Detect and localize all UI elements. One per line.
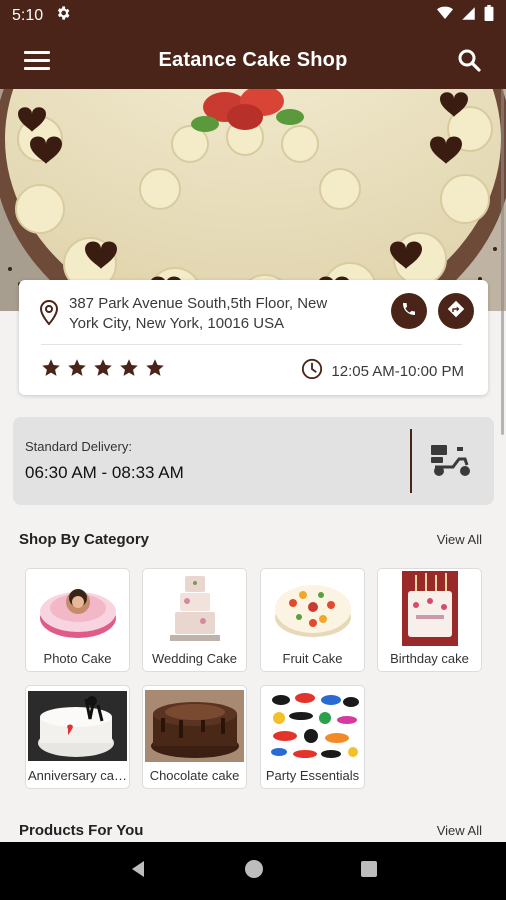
category-image (380, 571, 479, 646)
delivery-divider (410, 429, 412, 493)
store-banner-image (0, 89, 506, 311)
directions-icon (447, 300, 465, 323)
phone-icon (401, 301, 417, 322)
status-time: 5:10 (12, 6, 44, 24)
products-section-header: Products For You View All (19, 822, 482, 839)
call-button[interactable] (391, 293, 427, 329)
clock-icon (301, 358, 323, 384)
products-view-all-link[interactable]: View All (437, 823, 482, 838)
store-hours: 12:05 AM-10:00 PM (301, 358, 464, 384)
category-section-header: Shop By Category View All (19, 531, 482, 548)
battery-icon (484, 5, 494, 26)
signal-icon (461, 6, 476, 26)
category-image (28, 688, 127, 763)
star-icon (120, 359, 138, 376)
star-icon (94, 359, 112, 376)
category-image (145, 688, 244, 763)
directions-button[interactable] (438, 293, 474, 329)
category-name: Chocolate cake (149, 768, 240, 783)
store-hours-text: 12:05 AM-10:00 PM (331, 362, 464, 380)
category-name: Party Essentials (265, 768, 360, 783)
category-image (28, 571, 127, 646)
delivery-window: 06:30 AM - 08:33 AM (25, 463, 184, 482)
home-icon[interactable] (244, 859, 264, 884)
category-image (145, 571, 244, 646)
app-title: Eatance Cake Shop (158, 48, 348, 71)
wifi-icon (437, 5, 453, 26)
menu-icon[interactable] (22, 45, 52, 75)
store-address: 387 Park Avenue South,5th Floor, New Yor… (69, 295, 328, 332)
category-card-party-essentials[interactable]: Party Essentials (260, 685, 365, 789)
delivery-scooter-icon (429, 443, 473, 484)
category-image (263, 571, 362, 646)
scrollbar[interactable] (501, 89, 504, 435)
products-section-title: Products For You (19, 822, 144, 839)
category-card-chocolate-cake[interactable]: Chocolate cake (142, 685, 247, 789)
star-icon (42, 359, 60, 376)
card-divider (41, 344, 462, 345)
app-bar: Eatance Cake Shop (0, 31, 506, 89)
store-info-card: 387 Park Avenue South,5th Floor, New Yor… (19, 280, 488, 395)
delivery-label: Standard Delivery: (25, 439, 132, 454)
category-view-all-link[interactable]: View All (437, 532, 482, 547)
back-icon[interactable] (128, 859, 148, 884)
star-icon (68, 359, 86, 376)
store-rating (41, 358, 165, 378)
status-bar: 5:10 (0, 0, 506, 31)
category-card-wedding-cake[interactable]: Wedding Cake (142, 568, 247, 672)
category-card-fruit-cake[interactable]: Fruit Cake (260, 568, 365, 672)
location-pin-icon (39, 299, 59, 331)
category-card-photo-cake[interactable]: Photo Cake (25, 568, 130, 672)
recents-icon[interactable] (360, 860, 378, 883)
category-name: Fruit Cake (282, 651, 343, 666)
star-icon (146, 359, 164, 376)
category-name: Birthday cake (390, 651, 469, 666)
system-navigation-bar (0, 842, 506, 900)
settings-icon (55, 5, 71, 26)
category-card-birthday-cake[interactable]: Birthday cake (377, 568, 482, 672)
category-name: Photo Cake (43, 651, 112, 666)
category-name: Anniversary cake (28, 768, 127, 783)
search-icon[interactable] (454, 45, 484, 75)
category-image (263, 688, 362, 763)
category-section-title: Shop By Category (19, 531, 150, 548)
delivery-info-panel: Standard Delivery: 06:30 AM - 08:33 AM (13, 417, 494, 505)
category-name: Wedding Cake (151, 651, 238, 666)
category-card-anniversary-cake[interactable]: Anniversary cake (25, 685, 130, 789)
